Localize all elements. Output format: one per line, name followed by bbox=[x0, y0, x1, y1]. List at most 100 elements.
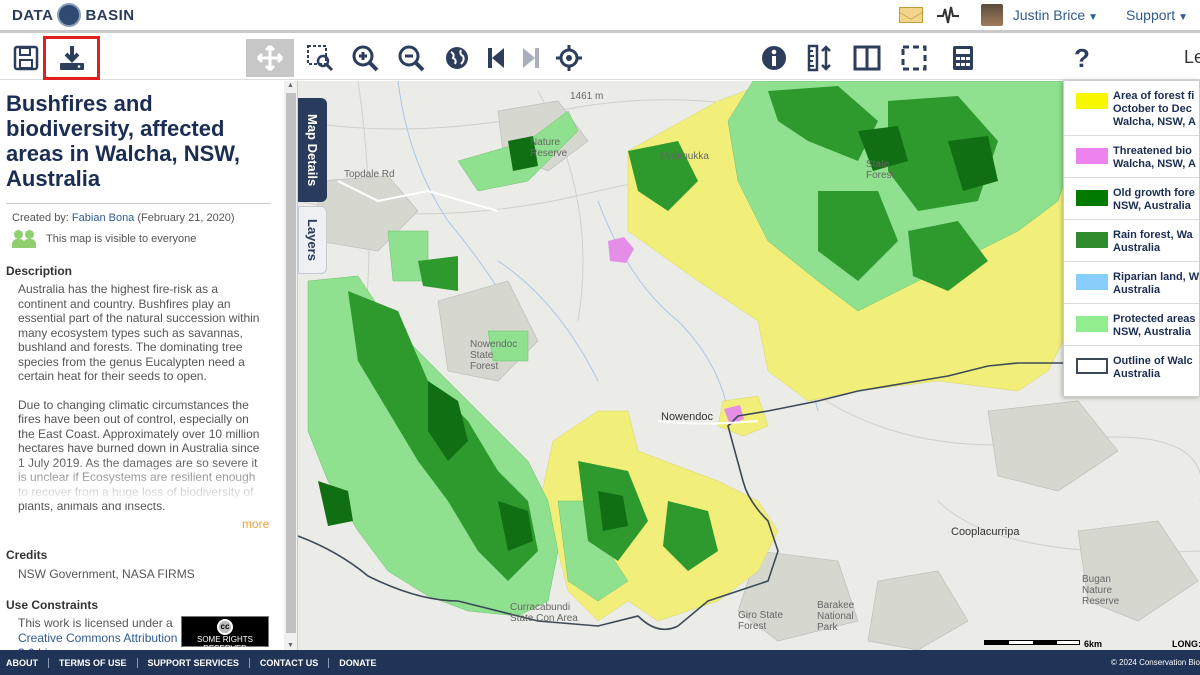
road-label: Topdale Rd bbox=[344, 169, 395, 180]
legend-swatch bbox=[1076, 274, 1108, 290]
previous-extent-icon[interactable] bbox=[476, 39, 516, 77]
footer-donate-link[interactable]: DONATE bbox=[329, 658, 386, 668]
legend-label: Riparian land, W Australia bbox=[1113, 271, 1200, 296]
scale-label: 6km bbox=[1084, 639, 1103, 649]
legend-item: Protected areas NSW, Australia bbox=[1064, 304, 1199, 346]
select-box-icon[interactable] bbox=[894, 39, 934, 77]
save-icon[interactable] bbox=[6, 39, 46, 77]
logo-text-right: BASIN bbox=[85, 6, 135, 24]
databasin-logo[interactable]: DATA BASIN bbox=[12, 3, 135, 27]
sidebar-scrollbar[interactable]: ▲ ▼ bbox=[284, 81, 297, 650]
more-link[interactable]: more bbox=[242, 517, 269, 531]
description-fade bbox=[0, 459, 285, 503]
scroll-up-icon[interactable]: ▲ bbox=[287, 82, 294, 89]
giro-forest-label: Giro State Forest bbox=[738, 610, 784, 632]
caret-down-icon: ▼ bbox=[1178, 12, 1188, 23]
locate-icon[interactable] bbox=[549, 39, 589, 77]
map-toolbar: ? Le bbox=[0, 36, 1200, 80]
description-heading: Description bbox=[6, 264, 73, 278]
scale-bar bbox=[984, 640, 1080, 645]
help-glyph: ? bbox=[1074, 42, 1090, 73]
bugan-label: Bugan Nature Reserve bbox=[1082, 574, 1120, 607]
description-paragraph: Australia has the highest fire-risk as a… bbox=[18, 282, 260, 383]
map-details-panel: Bushfires and biodiversity, affected are… bbox=[0, 81, 298, 650]
author-link[interactable]: Fabian Bona bbox=[72, 212, 134, 224]
info-icon[interactable] bbox=[754, 39, 794, 77]
help-icon[interactable]: ? bbox=[1062, 39, 1102, 77]
tab-map-details[interactable]: Map Details bbox=[298, 98, 327, 202]
scrollbar-thumb[interactable] bbox=[286, 93, 296, 633]
barakee-label: Barakee National Park bbox=[817, 600, 855, 633]
caret-down-icon: ▼ bbox=[1088, 12, 1099, 23]
legend-item: Old growth fore NSW, Australia bbox=[1064, 178, 1199, 220]
legend-swatch bbox=[1076, 190, 1108, 206]
legend-item: Area of forest fi October to Dec Walcha,… bbox=[1064, 81, 1199, 136]
license-link[interactable]: Creative Commons Attribution 3.0 License bbox=[18, 631, 177, 650]
legend-item: Outline of Walc Australia bbox=[1064, 346, 1199, 396]
credits-heading: Credits bbox=[6, 548, 48, 562]
legend-swatch bbox=[1076, 93, 1108, 109]
tab-map-details-label: Map Details bbox=[305, 113, 320, 187]
cc-badge-text: SOME RIGHTS RESERVED bbox=[196, 635, 253, 650]
pan-icon[interactable] bbox=[246, 39, 294, 77]
use-constraints-heading: Use Constraints bbox=[6, 598, 99, 612]
download-icon[interactable] bbox=[43, 36, 100, 80]
tab-layers[interactable]: Layers bbox=[298, 206, 327, 274]
cooplacurripa-label: Cooplacurripa bbox=[951, 526, 1020, 538]
zoom-out-icon[interactable] bbox=[391, 39, 431, 77]
globe-icon[interactable] bbox=[437, 39, 477, 77]
legend-item: Threatened bio Walcha, NSW, A bbox=[1064, 136, 1199, 178]
support-label: Support bbox=[1126, 7, 1176, 23]
map-title: Bushfires and biodiversity, affected are… bbox=[6, 91, 240, 191]
curracabundi-label: Curracabundi State Con Area bbox=[510, 602, 578, 624]
legend-label: Rain forest, Wa Australia bbox=[1113, 229, 1193, 254]
footer: ABOUT TERMS OF USE SUPPORT SERVICES CONT… bbox=[0, 650, 1200, 675]
legend-label: Le bbox=[1184, 47, 1200, 67]
people-icon bbox=[12, 230, 38, 248]
measure-icon[interactable] bbox=[800, 39, 840, 77]
calculator-icon[interactable] bbox=[943, 39, 983, 77]
created-prefix: Created by: bbox=[12, 212, 72, 224]
visibility-text: This map is visible to everyone bbox=[46, 233, 197, 245]
globe-logo-icon bbox=[57, 3, 82, 27]
title-divider bbox=[6, 203, 271, 204]
mail-icon[interactable] bbox=[898, 7, 923, 23]
nowendoc-forest-label: Nowendoc State Forest bbox=[470, 339, 518, 372]
footer-support-link[interactable]: SUPPORT SERVICES bbox=[138, 657, 250, 668]
reserve-label: Nature Reserve bbox=[530, 137, 568, 159]
user-menu-area: Justin Brice ▼ Support ▼ bbox=[898, 0, 1200, 30]
zoom-in-icon[interactable] bbox=[345, 39, 385, 77]
created-date: (February 21, 2020) bbox=[134, 212, 235, 224]
legend-label: Protected areas NSW, Australia bbox=[1113, 313, 1196, 338]
scroll-down-icon[interactable]: ▼ bbox=[287, 642, 294, 649]
zoom-box-icon[interactable] bbox=[300, 39, 340, 77]
moomukka-label: Moomukka bbox=[660, 151, 709, 162]
created-by: Created by: Fabian Bona (February 21, 20… bbox=[12, 212, 271, 224]
next-extent-icon[interactable] bbox=[511, 39, 551, 77]
avatar[interactable] bbox=[980, 4, 1003, 26]
legend-swatch bbox=[1076, 148, 1108, 164]
user-name: Justin Brice bbox=[1012, 7, 1086, 23]
legend-item: Riparian land, W Australia bbox=[1064, 262, 1200, 304]
top-header: DATA BASIN Justin Brice ▼ Support ▼ bbox=[0, 0, 1200, 33]
license-text: This work is licensed under a Creative C… bbox=[18, 616, 183, 650]
footer-about-link[interactable]: ABOUT bbox=[0, 657, 49, 668]
creative-commons-badge[interactable]: cc SOME RIGHTS RESERVED bbox=[181, 616, 269, 650]
legend-label: Threatened bio Walcha, NSW, A bbox=[1113, 145, 1196, 170]
activity-icon[interactable] bbox=[936, 5, 959, 25]
cc-logo-icon: cc bbox=[217, 619, 233, 635]
legend-panel: Area of forest fi October to Dec Walcha,… bbox=[1063, 80, 1200, 397]
split-view-icon[interactable] bbox=[847, 39, 887, 77]
support-menu[interactable]: Support ▼ bbox=[1126, 7, 1188, 23]
legend-label: Area of forest fi October to Dec Walcha,… bbox=[1113, 90, 1196, 128]
footer-contact-link[interactable]: CONTACT US bbox=[250, 657, 330, 668]
nowendoc-town-label: Nowendoc bbox=[661, 411, 713, 423]
footer-terms-link[interactable]: TERMS OF USE bbox=[49, 657, 138, 668]
state-forest-label: State Forest bbox=[866, 159, 895, 181]
copyright-text: © 2024 Conservation Bio bbox=[1110, 658, 1200, 667]
legend-label: Old growth fore NSW, Australia bbox=[1113, 187, 1195, 212]
legend-swatch bbox=[1076, 316, 1108, 332]
legend-item: Rain forest, Wa Australia bbox=[1064, 220, 1199, 262]
visibility-note: This map is visible to everyone bbox=[12, 230, 271, 248]
user-name-menu[interactable]: Justin Brice ▼ bbox=[1013, 7, 1098, 23]
